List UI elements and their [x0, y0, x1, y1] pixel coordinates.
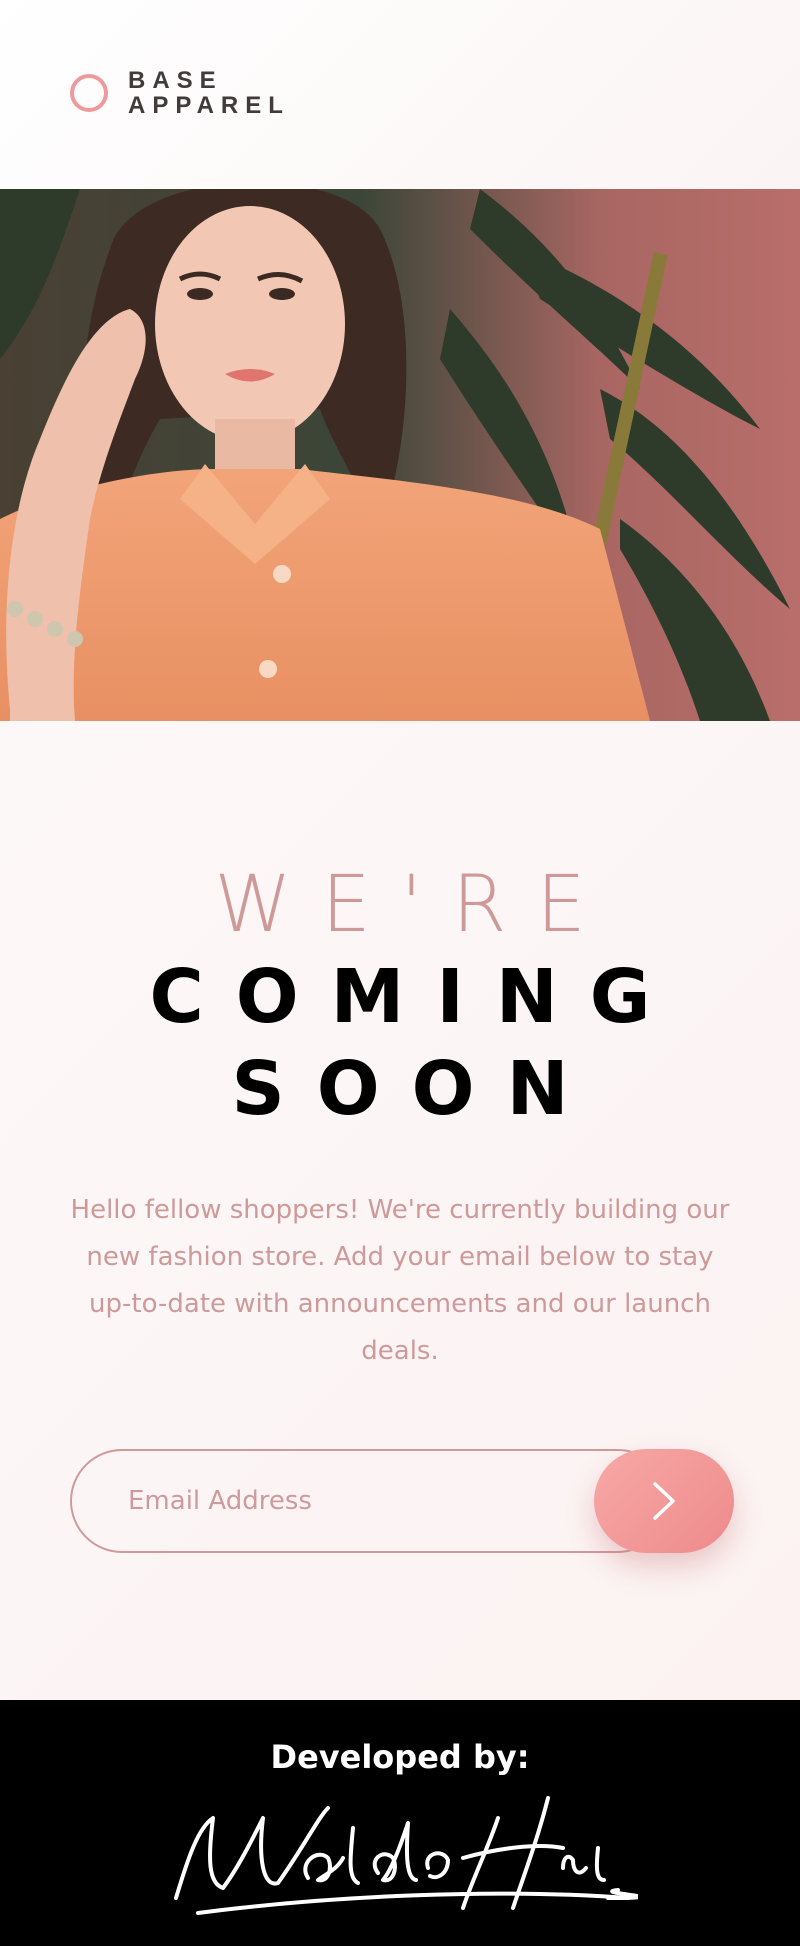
developed-by-label: Developed by: — [270, 1738, 530, 1776]
brand-logo[interactable]: BASE APPAREL — [70, 68, 290, 118]
hero-image — [0, 189, 800, 721]
intro-description: Hello fellow shoppers! We're currently b… — [70, 1195, 730, 1366]
title-soon: SOON — [231, 1046, 601, 1132]
brand-line-2: APPAREL — [128, 92, 290, 119]
model-photo-illustration — [0, 189, 800, 721]
title-coming: COMING — [149, 954, 683, 1040]
developer-signature — [174, 1796, 638, 1915]
title-were: WE'RE — [214, 860, 616, 950]
logo-ring-icon — [70, 74, 108, 112]
main-content: WE'RE COMING SOON Hello fellow shoppers!… — [0, 721, 800, 1700]
chevron-right-icon — [653, 1482, 675, 1520]
brand-line-1: BASE — [128, 67, 223, 94]
signup-form — [70, 1449, 734, 1553]
coming-soon-title: WE'RE COMING SOON — [0, 859, 800, 1135]
email-input[interactable] — [70, 1449, 670, 1553]
submit-button[interactable] — [594, 1449, 734, 1553]
site-footer: Developed by: — [0, 1700, 800, 1946]
brand-name: BASE APPAREL — [128, 68, 290, 118]
site-header: BASE APPAREL — [0, 0, 800, 189]
